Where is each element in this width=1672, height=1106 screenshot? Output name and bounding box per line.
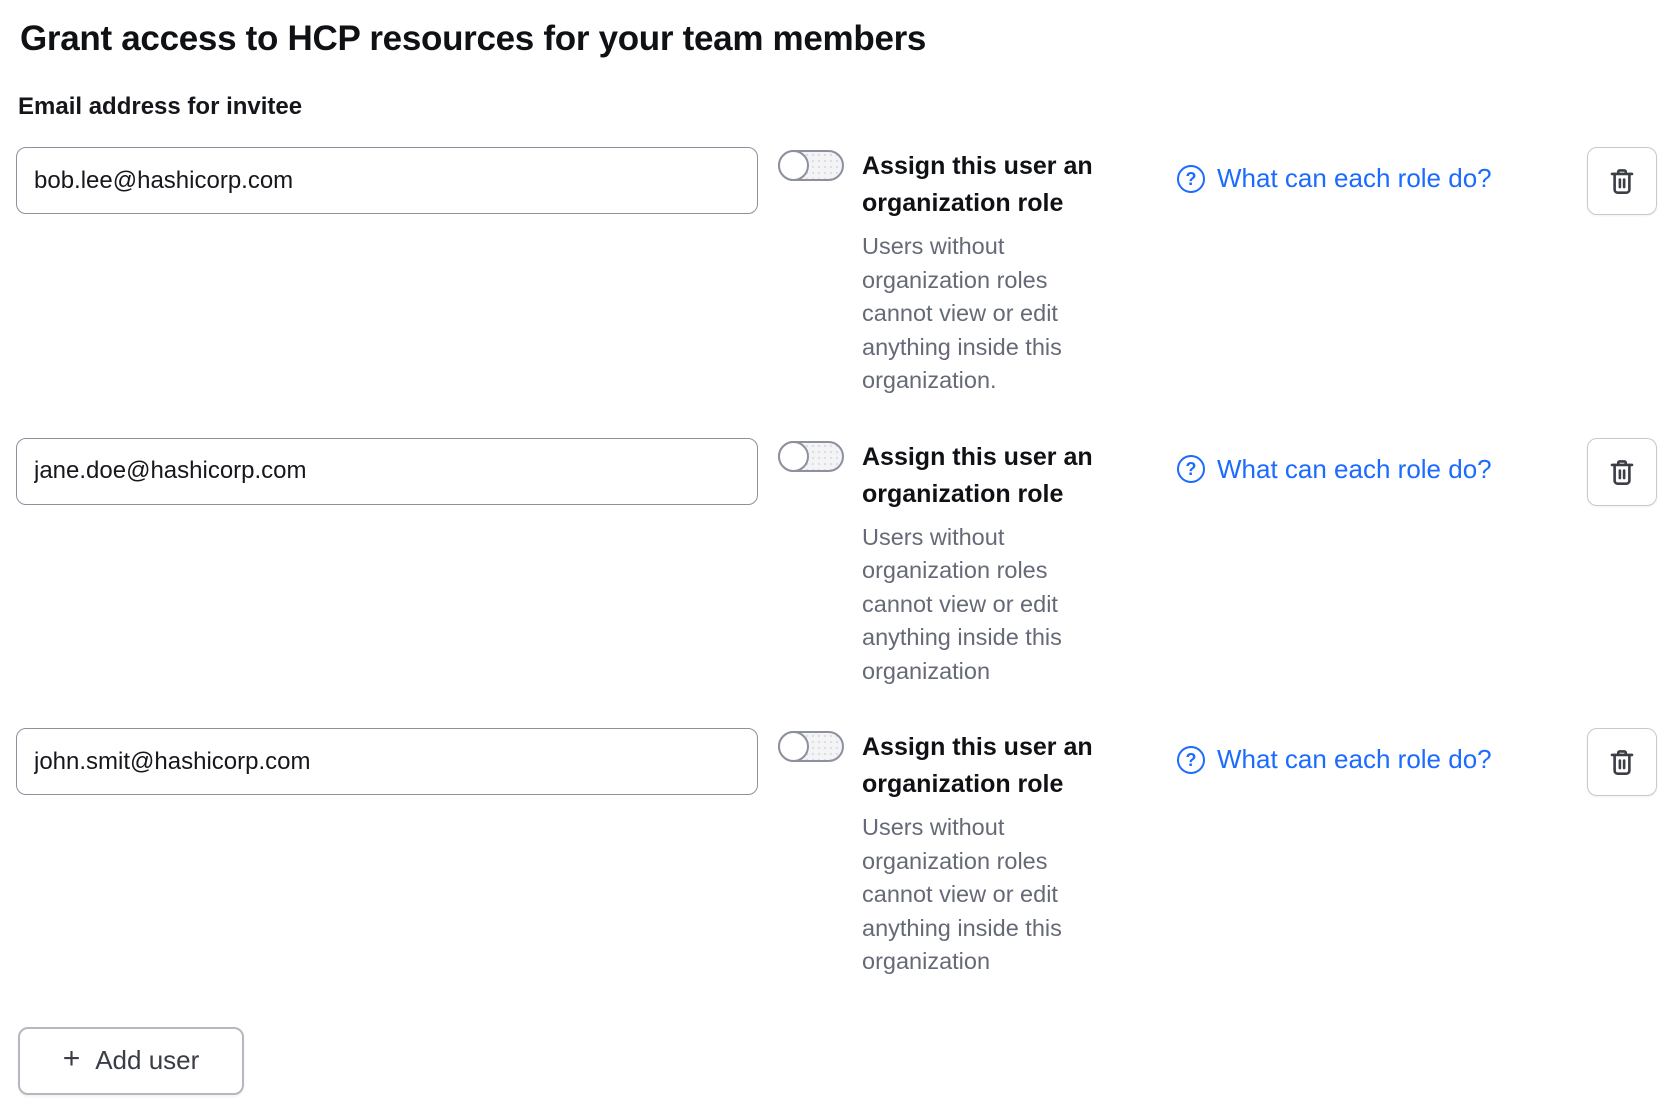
assign-role-description: Users without organization roles cannot …: [862, 521, 1114, 689]
delete-invitee-button[interactable]: [1587, 147, 1657, 215]
invite-team-members-form: Grant access to HCP resources for your t…: [0, 0, 1672, 1095]
toggle-knob: [778, 150, 809, 181]
invitee-rows: Assign this user an organization role Us…: [0, 147, 1672, 979]
assign-role-label: Assign this user an organization role: [862, 439, 1114, 513]
assign-role-label: Assign this user an organization role: [862, 148, 1114, 222]
role-help-link[interactable]: What can each role do?: [1217, 454, 1492, 485]
trash-icon: [1607, 166, 1637, 196]
assign-role-toggle[interactable]: [778, 441, 844, 472]
role-help: ? What can each role do?: [1177, 744, 1539, 775]
question-circle-icon: ?: [1177, 165, 1205, 193]
role-help-link[interactable]: What can each role do?: [1217, 744, 1492, 775]
assign-role-text: Assign this user an organization role Us…: [862, 147, 1114, 398]
email-address-label: Email address for invitee: [18, 93, 1672, 121]
page-title: Grant access to HCP resources for your t…: [20, 18, 1672, 60]
invitee-email-input[interactable]: [16, 728, 758, 795]
role-help-link[interactable]: What can each role do?: [1217, 163, 1492, 194]
delete-invitee-button[interactable]: [1587, 438, 1657, 506]
assign-role-text: Assign this user an organization role Us…: [862, 438, 1114, 689]
trash-icon: [1607, 747, 1637, 777]
question-circle-icon: ?: [1177, 455, 1205, 483]
invitee-row: Assign this user an organization role Us…: [16, 728, 1672, 979]
invitee-row: Assign this user an organization role Us…: [16, 147, 1672, 398]
assign-role-description: Users without organization roles cannot …: [862, 230, 1114, 398]
assign-role-toggle[interactable]: [778, 731, 844, 762]
invitee-row: Assign this user an organization role Us…: [16, 438, 1672, 689]
plus-icon: +: [63, 1044, 81, 1074]
assign-role-text: Assign this user an organization role Us…: [862, 728, 1114, 979]
assign-role-description: Users without organization roles cannot …: [862, 811, 1114, 979]
add-user-label: Add user: [95, 1045, 199, 1076]
trash-icon: [1607, 457, 1637, 487]
assign-role-label: Assign this user an organization role: [862, 729, 1114, 803]
question-circle-icon: ?: [1177, 746, 1205, 774]
assign-role-toggle[interactable]: [778, 150, 844, 181]
role-help: ? What can each role do?: [1177, 163, 1539, 194]
toggle-knob: [778, 731, 809, 762]
invitee-email-input[interactable]: [16, 147, 758, 214]
invitee-email-input[interactable]: [16, 438, 758, 505]
toggle-knob: [778, 441, 809, 472]
add-user-button[interactable]: + Add user: [18, 1027, 244, 1095]
role-help: ? What can each role do?: [1177, 454, 1539, 485]
delete-invitee-button[interactable]: [1587, 728, 1657, 796]
